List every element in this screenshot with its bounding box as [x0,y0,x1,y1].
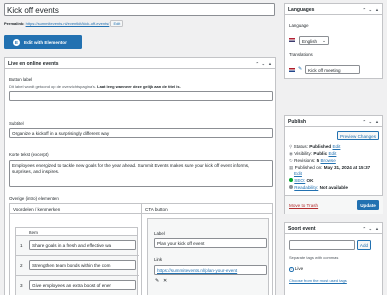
permalink-row: Permalink: https://summitevents.nl/event… [4,20,275,27]
title-input[interactable]: Kick off events [4,3,275,16]
cta-label-label: Label [154,231,165,236]
visibility-edit-link[interactable]: Edit [328,151,336,156]
toggle-arrow-icon[interactable]: ▲ [375,226,379,231]
languages-box: Languages ⌃ ⌄ ▲ Language English ⌄ Trans… [284,3,383,79]
voordelen-header: Voordelen / kenmerken [10,204,141,214]
permalink-url[interactable]: https://summitevents.nl/eventkit/kick-of… [26,21,110,26]
live-events-title: Live en online events [8,61,59,67]
cta-inner: Label Plan your kick off event Link http… [147,218,269,295]
permalink-edit-button[interactable]: Edit [110,20,124,27]
readability-row: Readability: Not available [289,185,348,190]
subtitel-value: Organize a kickoff in a surprisingly dif… [12,131,110,136]
item-input[interactable]: Share goals in a fresh and effective wa [29,240,136,250]
seo-status-icon [289,178,293,182]
button-label-input[interactable] [9,91,273,101]
collapse-arrow-icon[interactable]: ⌃ [363,226,366,231]
expand-arrow-icon[interactable]: ⌄ [369,226,372,231]
collapse-arrow-icon[interactable]: ⌃ [256,61,259,66]
translation-input[interactable]: Kick off meeting [305,65,360,74]
flag-icon [289,68,295,72]
row-number: 2 [20,263,23,268]
tag-input[interactable] [289,240,355,250]
button-label-hint: Dit label wordt getoond op de overzichts… [9,84,181,89]
table-row[interactable]: 1 Share goals in a fresh and effective w… [16,236,139,256]
language-select[interactable]: English ⌄ [299,36,329,45]
subtitel-input[interactable]: Organize a kickoff in a surprisingly dif… [9,128,273,138]
link-edit-icon[interactable]: ✎ [155,278,159,284]
expand-arrow-icon[interactable]: ⌄ [369,7,372,12]
toggle-arrow-icon[interactable]: ▲ [375,7,379,12]
soort-event-box: Soort event ⌃ ⌄ ▲ Add Separate tags with… [284,222,383,295]
link-remove-icon[interactable]: ✕ [163,278,167,284]
collapse-arrow-icon[interactable]: ⌃ [363,7,366,12]
visibility-row: ◉ Visibility: Public Edit [289,151,337,156]
languages-title: Languages [288,7,315,13]
expand-arrow-icon[interactable]: ⌄ [262,61,265,66]
add-tag-button[interactable]: Add [357,240,371,250]
elementor-button-label: Edit with Elementor [24,39,67,45]
eye-icon: ◉ [289,151,294,156]
publish-title: Publish [288,119,307,125]
tag-live: × Live [289,266,303,272]
collapse-arrow-icon[interactable]: ⌃ [363,119,366,124]
voordelen-panel: Voordelen / kenmerken Item 1 Share goals… [9,203,142,295]
revisions-row: ↻ Revisions: 5 Browse [289,158,336,163]
title-text: Kick off events [7,6,59,15]
live-events-box: Live en online events ⌃ ⌄ ▲ Button label… [4,57,276,295]
cta-panel: CTA button Label Plan your kick off even… [142,203,273,295]
chevron-down-icon: ⌄ [322,38,326,43]
permalink-label: Permalink: [4,21,25,26]
soort-event-title: Soort event [288,226,316,232]
toggle-arrow-icon[interactable]: ▲ [268,61,272,66]
elementor-icon: E [13,38,20,46]
browse-link[interactable]: Browse [320,158,335,163]
korte-tekst-label: Korte tekst (excerpt) [9,152,49,157]
publish-footer: Move to Trash Update [285,195,383,214]
korte-tekst-value: Employees energized to tackle new goals … [12,163,250,174]
toggle-arrow-icon[interactable]: ▲ [375,119,379,124]
tag-hint: Separate tags with commas [289,255,339,260]
overige-label: Overige (intro) elementen [9,196,59,201]
table-row[interactable]: 2 Strengthen team bonds within the com [16,256,139,276]
cta-header: CTA button [142,204,272,214]
expand-arrow-icon[interactable]: ⌄ [369,119,372,124]
soort-event-header[interactable]: Soort event ⌃ ⌄ ▲ [285,223,382,234]
cta-label-input[interactable]: Plan your kick off event [154,238,267,248]
row-number: 1 [20,243,23,248]
update-button[interactable]: Update [357,200,379,210]
publish-box: Publish ⌃ ⌄ ▲ Preview Changes ⚲ Status: … [284,115,383,214]
status-edit-link[interactable]: Edit [332,144,340,149]
published-edit-link[interactable]: Edit [294,171,302,176]
korte-tekst-textarea[interactable]: Employees energized to tackle new goals … [9,160,273,187]
item-table: Item 1 Share goals in a fresh and effect… [15,227,139,295]
pin-icon: ⚲ [289,144,293,149]
status-row: ⚲ Status: Published Edit [289,144,341,149]
tag-live-label: Live [294,266,304,271]
readability-status-icon [289,185,293,189]
item-input[interactable]: Give employees an extra boost of ener [29,280,136,290]
remove-tag-icon[interactable]: × [289,267,294,272]
item-table-header: Item [16,228,137,236]
flag-icon [289,38,295,42]
live-events-header[interactable]: Live en online events ⌃ ⌄ ▲ [5,58,275,69]
seo-row: SEO: OK [289,178,313,183]
elementor-button[interactable]: E Edit with Elementor [4,35,82,49]
cta-link-input[interactable]: https://summitevents.nl/plan-your-event [154,265,267,275]
choose-tags-link[interactable]: Choose from the most used tags [289,278,347,283]
revisions-icon: ↻ [289,158,293,163]
subtitel-label: Subtitel [9,121,24,126]
pencil-icon[interactable]: ✎ [298,66,302,72]
language-label: Language [289,23,309,28]
cta-link-label: Link [154,257,163,262]
languages-header[interactable]: Languages ⌃ ⌄ ▲ [285,4,382,15]
button-label-label: Button label [9,77,33,82]
publish-header[interactable]: Publish ⌃ ⌄ ▲ [285,116,382,127]
preview-changes-button[interactable]: Preview Changes [337,131,379,140]
item-input[interactable]: Strengthen team bonds within the com [29,260,136,270]
move-to-trash-link[interactable]: Move to Trash [289,203,318,208]
row-number: 3 [20,283,23,288]
table-row[interactable]: 3 Give employees an extra boost of ener [16,276,139,295]
translations-label: Translations [289,52,313,57]
calendar-icon: ▦ [289,165,294,170]
